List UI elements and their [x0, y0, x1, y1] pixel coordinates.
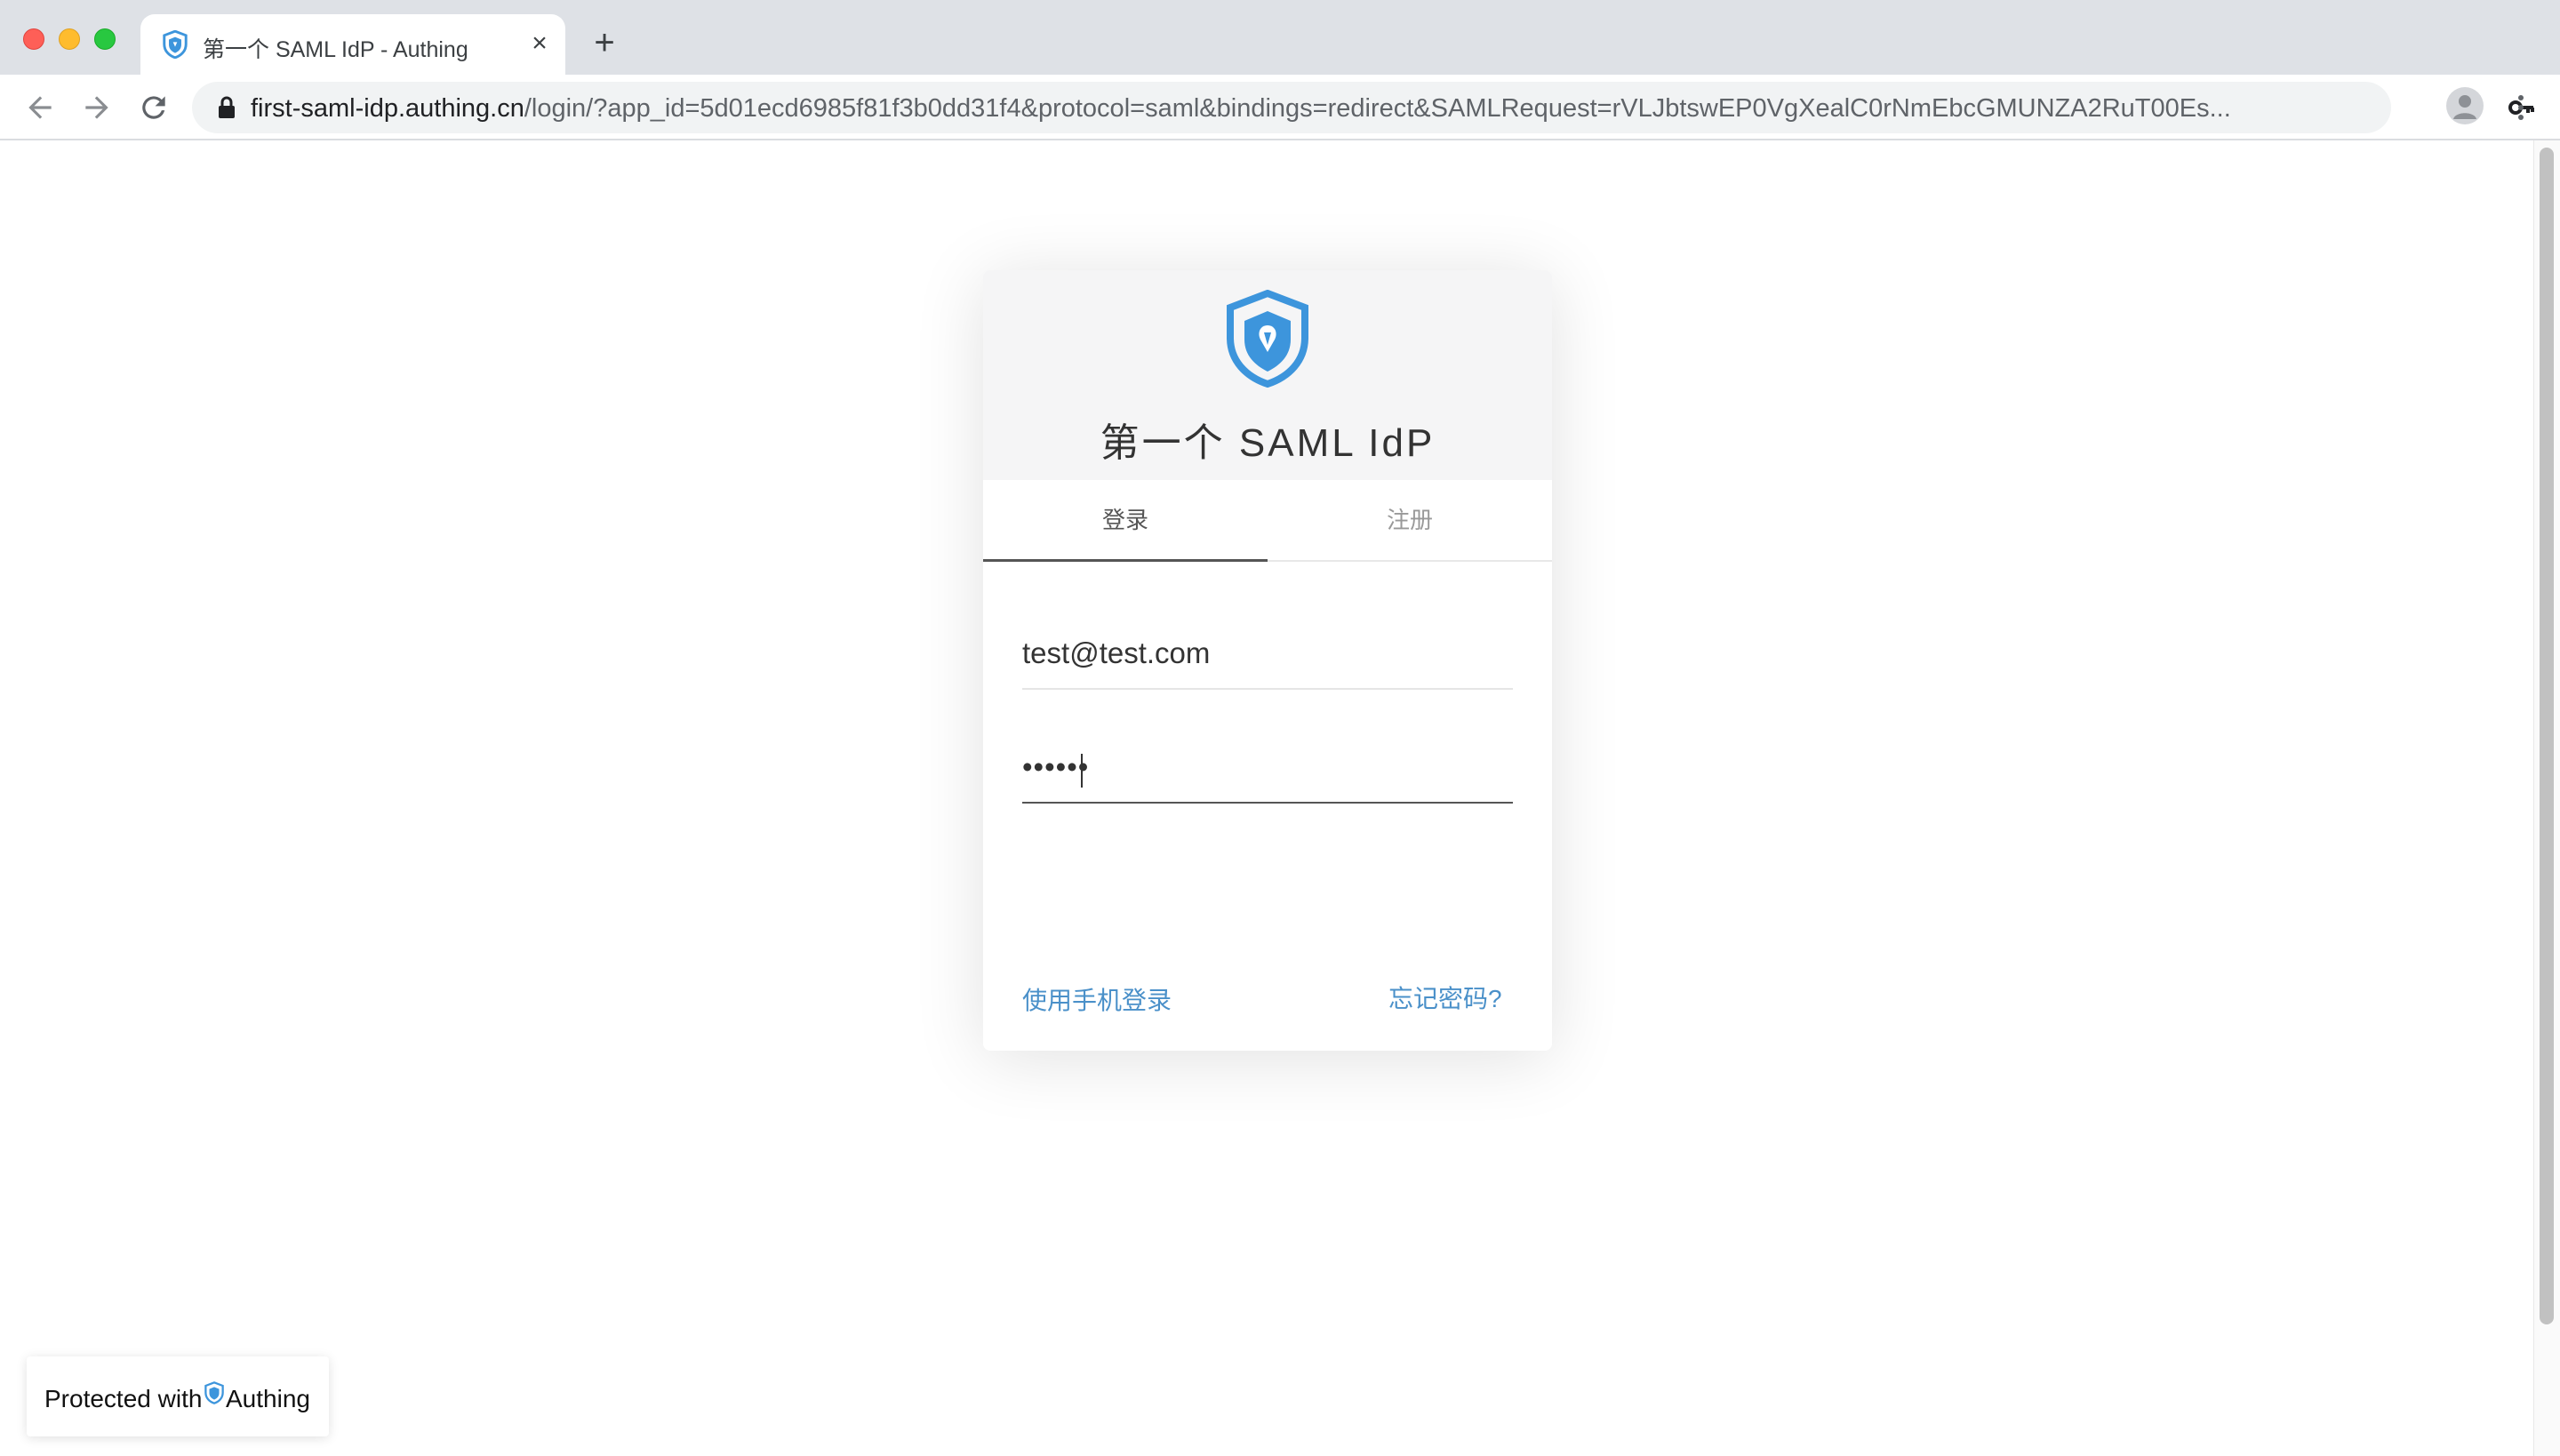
email-field[interactable] — [1022, 619, 1513, 690]
protected-by-badge[interactable]: Protected with Authing — [27, 1356, 329, 1436]
more-menu-icon[interactable] — [2510, 91, 2532, 124]
text-caret — [1081, 754, 1083, 788]
arrow-left-icon — [28, 96, 52, 119]
tab-register[interactable]: 注册 — [1268, 480, 1552, 562]
login-card: 第一个 SAML IdP 登录 注册 使用手机登录 忘记密码? 登录 — [983, 270, 1552, 1051]
tab-strip: 第一个 SAML IdP - Authing × + — [0, 0, 2560, 75]
address-bar[interactable]: first-saml-idp.authing.cn/login/?app_id=… — [192, 82, 2534, 133]
url-text: first-saml-idp.authing.cn/login/?app_id=… — [251, 94, 2295, 124]
arrow-right-icon — [85, 96, 108, 119]
url-host: first-saml-idp.authing.cn — [251, 94, 524, 123]
url-path: /login/?app_id=5d01ecd6985f81f3b0dd31f4&… — [524, 94, 2231, 123]
close-window-button[interactable] — [23, 28, 44, 50]
phone-login-link[interactable]: 使用手机登录 — [1022, 981, 1172, 1017]
profile-avatar-icon[interactable] — [2446, 87, 2484, 124]
lock-icon — [219, 96, 235, 118]
browser-window: 第一个 SAML IdP - Authing × + first-saml-id… — [0, 0, 2560, 1456]
person-icon — [2453, 95, 2476, 119]
forward-button[interactable] — [80, 91, 114, 124]
back-button[interactable] — [23, 91, 57, 124]
browser-tab[interactable]: 第一个 SAML IdP - Authing × — [140, 14, 565, 75]
authing-small-logo-icon — [204, 1381, 224, 1404]
app-title: 第一个 SAML IdP — [1100, 421, 1436, 465]
page-viewport: 第一个 SAML IdP 登录 注册 使用手机登录 忘记密码? 登录 Prote… — [0, 140, 2560, 1456]
forgot-password-link[interactable]: 忘记密码? — [1388, 980, 1502, 1015]
browser-toolbar: first-saml-idp.authing.cn/login/?app_id=… — [0, 75, 2560, 140]
card-header: 第一个 SAML IdP — [983, 270, 1552, 480]
scrollbar-thumb[interactable] — [2540, 148, 2554, 1324]
badge-brand: Authing — [226, 1385, 310, 1412]
badge-prefix: Protected with — [44, 1385, 203, 1412]
reload-icon — [142, 96, 165, 119]
auth-tabs: 登录 注册 — [983, 480, 1552, 562]
tab-title: 第一个 SAML IdP - Authing — [203, 37, 468, 62]
new-tab-button[interactable]: + — [587, 25, 622, 60]
password-field[interactable] — [1022, 732, 1513, 804]
authing-shield-logo-icon — [1227, 290, 1308, 388]
tab-close-icon[interactable]: × — [524, 28, 555, 59]
reload-button[interactable] — [137, 91, 171, 124]
tab-login[interactable]: 登录 — [983, 480, 1268, 562]
minimize-window-button[interactable] — [59, 28, 80, 50]
maximize-window-button[interactable] — [94, 28, 116, 50]
authing-favicon-icon — [163, 30, 188, 59]
